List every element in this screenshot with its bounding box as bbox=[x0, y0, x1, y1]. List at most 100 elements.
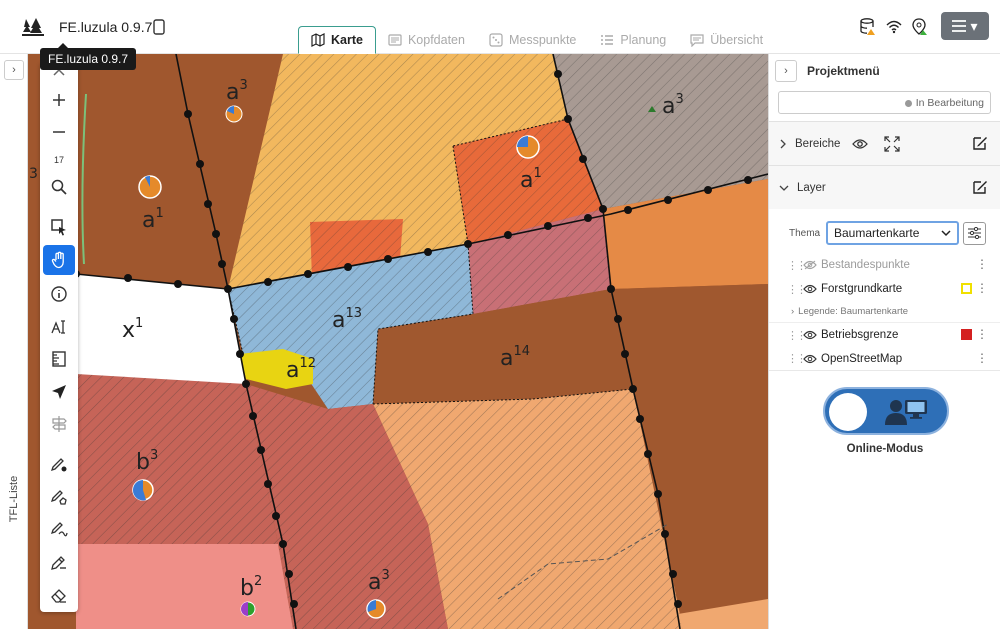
tab-karte[interactable]: Karte bbox=[298, 26, 376, 54]
layer-section[interactable]: Layer bbox=[769, 165, 1000, 209]
stand-label: b3 bbox=[136, 448, 159, 475]
draw-point-button[interactable] bbox=[43, 449, 75, 479]
layer-row[interactable]: ⋮⋮ Bestandespunkte ⋮ bbox=[769, 253, 1000, 277]
theme-label: Thema bbox=[789, 227, 821, 239]
edit-icon bbox=[51, 556, 66, 570]
pan-button[interactable] bbox=[43, 245, 75, 275]
eye-icon[interactable] bbox=[803, 284, 817, 294]
eraser-button[interactable] bbox=[43, 580, 75, 610]
select-button[interactable] bbox=[43, 212, 75, 242]
tfl-list-label[interactable]: TFL-Liste bbox=[2, 474, 27, 524]
stand-label: a1 bbox=[520, 166, 542, 193]
app-title-tooltip: FE.luzula 0.9.7 bbox=[40, 43, 137, 70]
layer-color-swatch bbox=[961, 329, 972, 340]
eye-off-icon[interactable] bbox=[803, 260, 817, 270]
theme-settings-button[interactable] bbox=[963, 221, 986, 245]
panel-toggle-button[interactable]: › bbox=[775, 60, 797, 82]
user-computer-icon bbox=[885, 400, 927, 425]
measure-height-icon bbox=[51, 320, 65, 334]
hamburger-icon bbox=[952, 20, 967, 32]
zoom-in-button[interactable] bbox=[43, 85, 75, 115]
chevron-right-icon bbox=[780, 139, 786, 148]
edit-button[interactable] bbox=[43, 547, 75, 577]
eye-icon[interactable] bbox=[852, 138, 869, 150]
select-icon bbox=[51, 219, 66, 236]
layer-row[interactable]: ⋮⋮ OpenStreetMap ⋮ bbox=[769, 347, 1000, 371]
drag-handle-icon[interactable]: ⋮⋮ bbox=[787, 329, 807, 342]
more-options-icon[interactable]: ⋮ bbox=[976, 351, 988, 365]
map-view[interactable]: a3 a1 a3 a1 x1 a13 a12 a14 b3 b2 a3 3 bbox=[28, 54, 768, 629]
edit-icon[interactable] bbox=[972, 135, 988, 151]
tfl-list-toggle[interactable]: › bbox=[4, 60, 24, 80]
drag-handle-icon[interactable]: ⋮⋮ bbox=[787, 259, 807, 272]
tab-kopfdaten[interactable]: Kopfdaten bbox=[376, 26, 477, 54]
more-options-icon[interactable]: ⋮ bbox=[976, 281, 988, 295]
panel-title: Projektmenü bbox=[807, 64, 880, 78]
tfl-list-strip: › TFL-Liste bbox=[0, 54, 28, 629]
draw-line-button[interactable] bbox=[43, 514, 75, 544]
sliders-icon bbox=[968, 227, 981, 239]
section-label: Layer bbox=[797, 181, 826, 194]
signpost-button[interactable] bbox=[43, 409, 75, 439]
app-title: FE.luzula 0.9.7 bbox=[59, 19, 153, 35]
project-selector[interactable]: In Bearbeitung bbox=[778, 91, 991, 114]
eye-icon[interactable] bbox=[803, 354, 817, 364]
project-status: In Bearbeitung bbox=[904, 97, 984, 109]
tab-label: Messpunkte bbox=[508, 33, 577, 47]
eraser-icon bbox=[51, 589, 66, 603]
layer-name: Forstgrundkarte bbox=[821, 283, 903, 295]
tab-label: Planung bbox=[620, 33, 667, 47]
main-menu-button[interactable]: ▾ bbox=[941, 12, 989, 40]
ruler-icon bbox=[52, 351, 66, 367]
tab-uebersicht[interactable]: Übersicht bbox=[678, 26, 775, 54]
search-button[interactable] bbox=[43, 172, 75, 202]
theme-select[interactable]: Baumartenkarte bbox=[826, 221, 959, 245]
document-icon[interactable] bbox=[152, 19, 166, 35]
stand-label: x1 bbox=[122, 316, 144, 343]
dice-icon bbox=[489, 33, 503, 47]
wifi-icon[interactable] bbox=[886, 18, 902, 36]
drag-handle-icon[interactable]: ⋮⋮ bbox=[787, 352, 807, 365]
bereiche-section[interactable]: Bereiche bbox=[769, 121, 1000, 165]
navigate-button[interactable] bbox=[43, 377, 75, 407]
location-icon[interactable] bbox=[912, 18, 928, 36]
eye-icon[interactable] bbox=[803, 330, 817, 340]
layer-name: OpenStreetMap bbox=[821, 352, 903, 365]
draw-polygon-icon bbox=[50, 490, 67, 505]
tab-messpunkte[interactable]: Messpunkte bbox=[477, 26, 588, 54]
zoom-out-icon bbox=[53, 131, 65, 133]
status-icons bbox=[860, 18, 928, 36]
zoom-level: 17 bbox=[53, 155, 64, 165]
tab-label: Übersicht bbox=[710, 33, 764, 47]
zoom-in-icon bbox=[53, 94, 65, 106]
measure-height-button[interactable] bbox=[43, 312, 75, 342]
draw-point-icon bbox=[50, 458, 67, 472]
info-icon bbox=[51, 286, 67, 302]
online-mode-toggle[interactable] bbox=[823, 387, 949, 435]
info-button[interactable] bbox=[43, 279, 75, 309]
search-icon bbox=[51, 179, 67, 195]
card-icon bbox=[388, 34, 402, 46]
stand-label: a14 bbox=[500, 344, 531, 371]
map-icon bbox=[311, 33, 325, 47]
online-mode-label: Online-Modus bbox=[846, 443, 924, 455]
stand-label: a1 bbox=[142, 206, 164, 233]
tab-planung[interactable]: Planung bbox=[588, 26, 678, 54]
layer-row[interactable]: ⋮⋮ Betriebsgrenze ⋮ bbox=[769, 323, 1000, 347]
zoom-out-button[interactable] bbox=[43, 117, 75, 147]
layer-legend-toggle[interactable]: › Legende: Baumartenkarte bbox=[769, 301, 1000, 323]
chevron-right-icon: › bbox=[791, 306, 795, 317]
drag-handle-icon[interactable]: ⋮⋮ bbox=[787, 283, 807, 296]
edit-icon[interactable] bbox=[972, 179, 988, 195]
ruler-button[interactable] bbox=[43, 344, 75, 374]
tab-label: Karte bbox=[331, 33, 363, 47]
database-warning-icon[interactable] bbox=[860, 18, 876, 36]
draw-polygon-button[interactable] bbox=[43, 482, 75, 512]
list-icon bbox=[601, 35, 614, 45]
more-options-icon[interactable]: ⋮ bbox=[976, 327, 988, 341]
stand-label: a3 bbox=[226, 78, 248, 105]
expand-icon[interactable] bbox=[884, 135, 900, 152]
layer-row[interactable]: ⋮⋮ Forstgrundkarte ⋮ bbox=[769, 277, 1000, 301]
section-label: Bereiche bbox=[795, 137, 841, 150]
more-options-icon[interactable]: ⋮ bbox=[976, 257, 988, 271]
